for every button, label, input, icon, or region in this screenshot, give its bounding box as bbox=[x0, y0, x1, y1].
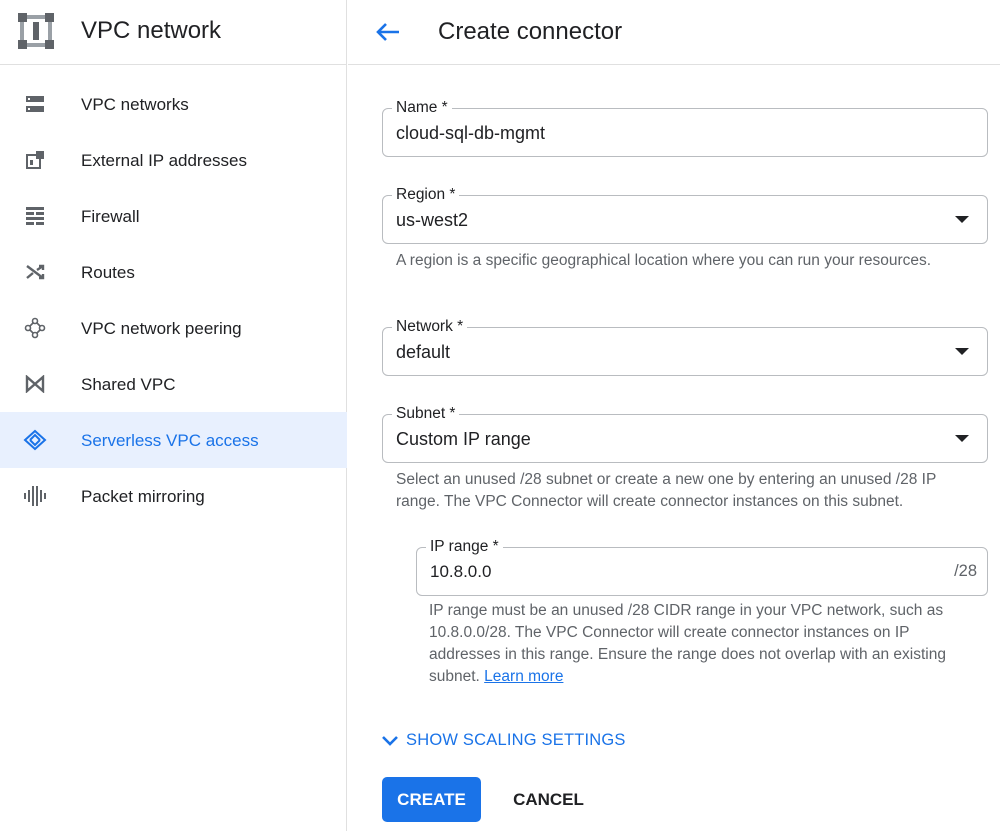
dropdown-arrow-icon bbox=[955, 435, 969, 442]
ip-range-suffix: /28 bbox=[954, 562, 977, 580]
show-scaling-settings-button[interactable]: SHOW SCALING SETTINGS bbox=[380, 731, 626, 750]
page-header: Create connector bbox=[348, 0, 1000, 65]
name-label: Name * bbox=[392, 99, 452, 117]
sidebar-item-serverless-vpc-access[interactable]: Serverless VPC access bbox=[0, 412, 347, 468]
ip-range-input[interactable]: 10.8.0.0 bbox=[430, 560, 491, 584]
vpc-network-logo bbox=[18, 13, 54, 49]
sidebar-item-label: Firewall bbox=[81, 207, 140, 226]
sidebar: VPC network VPC networks External IP add… bbox=[0, 0, 347, 831]
network-value: default bbox=[396, 342, 451, 362]
back-button[interactable] bbox=[372, 16, 404, 48]
chevron-down-icon bbox=[382, 735, 398, 746]
sidebar-item-label: Routes bbox=[81, 263, 135, 282]
name-field[interactable]: Name * cloud-sql-db-mgmt bbox=[382, 99, 988, 157]
sidebar-item-label: VPC networks bbox=[81, 95, 189, 114]
sidebar-nav: VPC networks External IP addresses Firew… bbox=[0, 76, 347, 524]
dropdown-arrow-icon bbox=[955, 216, 969, 223]
serverless-vpc-icon bbox=[22, 429, 48, 451]
sidebar-item-label: Packet mirroring bbox=[81, 487, 205, 506]
learn-more-link[interactable]: Learn more bbox=[484, 668, 563, 685]
external-ip-icon bbox=[22, 149, 48, 171]
sidebar-item-routes[interactable]: Routes bbox=[0, 244, 347, 300]
sidebar-item-packet-mirroring[interactable]: Packet mirroring bbox=[0, 468, 347, 524]
region-value: us-west2 bbox=[396, 210, 469, 230]
subnet-value: Custom IP range bbox=[396, 429, 531, 449]
create-button[interactable]: CREATE bbox=[382, 777, 481, 822]
ip-range-field[interactable]: IP range * 10.8.0.0 /28 bbox=[416, 538, 988, 596]
sidebar-item-firewall[interactable]: Firewall bbox=[0, 188, 347, 244]
region-hint: A region is a specific geographical loca… bbox=[396, 252, 932, 269]
subnet-label: Subnet * bbox=[392, 405, 460, 423]
ip-range-hint: IP range must be an unused /28 CIDR rang… bbox=[429, 600, 969, 688]
dropdown-arrow-icon bbox=[955, 348, 969, 355]
arrow-back-icon bbox=[376, 23, 399, 41]
peering-icon bbox=[22, 317, 48, 339]
sidebar-item-shared-vpc[interactable]: Shared VPC bbox=[0, 356, 347, 412]
region-label: Region * bbox=[392, 186, 460, 204]
ip-range-label: IP range * bbox=[426, 538, 503, 556]
vpc-networks-icon bbox=[22, 93, 48, 115]
sidebar-item-label: Shared VPC bbox=[81, 375, 176, 394]
subnet-select[interactable]: Subnet * Custom IP range bbox=[382, 405, 988, 463]
subnet-hint: Select an unused /28 subnet or create a … bbox=[396, 471, 937, 510]
page-title: Create connector bbox=[438, 18, 623, 45]
main-content: Create connector Name * cloud-sql-db-mgm… bbox=[348, 0, 1000, 831]
firewall-icon bbox=[22, 205, 48, 227]
network-label: Network * bbox=[392, 318, 468, 336]
name-input[interactable]: cloud-sql-db-mgmt bbox=[396, 121, 545, 145]
sidebar-item-label: External IP addresses bbox=[81, 151, 247, 170]
sidebar-item-external-ip[interactable]: External IP addresses bbox=[0, 132, 347, 188]
shared-vpc-icon bbox=[22, 373, 48, 395]
sidebar-item-label: Serverless VPC access bbox=[81, 431, 259, 450]
product-title: VPC network bbox=[81, 17, 222, 44]
sidebar-item-vpc-peering[interactable]: VPC network peering bbox=[0, 300, 347, 356]
sidebar-item-vpc-networks[interactable]: VPC networks bbox=[0, 76, 347, 132]
sidebar-item-label: VPC network peering bbox=[81, 319, 242, 338]
packet-mirroring-icon bbox=[22, 485, 48, 507]
routes-icon bbox=[22, 261, 48, 283]
show-scaling-settings-label: SHOW SCALING SETTINGS bbox=[406, 731, 626, 749]
region-select[interactable]: Region * us-west2 bbox=[382, 186, 988, 244]
cancel-button[interactable]: CANCEL bbox=[500, 777, 597, 822]
sidebar-header: VPC network bbox=[0, 0, 347, 65]
network-select[interactable]: Network * default bbox=[382, 318, 988, 376]
